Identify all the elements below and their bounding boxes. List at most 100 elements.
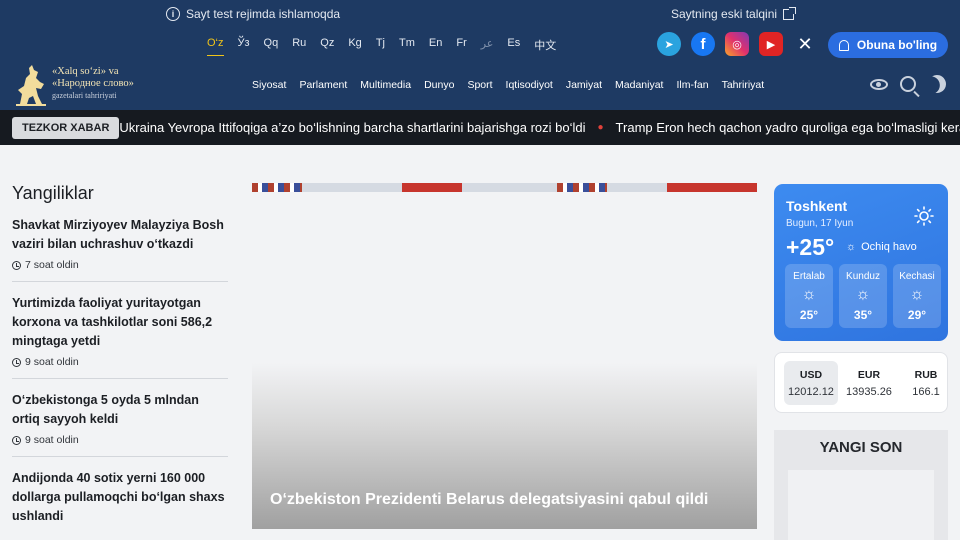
lang-ar[interactable]: عر [481, 37, 494, 56]
sun-icon: ☼ [909, 286, 925, 303]
social-links: ➤ f ◎ ▶ ✕ [657, 32, 817, 56]
nav-item-multimedia[interactable]: Multimedia [360, 79, 411, 91]
youtube-icon[interactable]: ▶ [759, 32, 783, 56]
lang-tj[interactable]: Tj [376, 37, 385, 56]
news-item-time: 9 soat oldin [25, 434, 79, 446]
rate-code: EUR [857, 368, 881, 381]
list-item[interactable]: Yurtimizda faoliyat yuritayotgan korxona… [12, 292, 228, 379]
list-item[interactable]: O‘zbekistonga 5 oyda 5 mlndan ortiq sayy… [12, 389, 228, 457]
subscribe-button[interactable]: Obuna bo'ling [828, 32, 948, 58]
lang-zh[interactable]: 中文 [534, 37, 556, 56]
new-issue-title: YANGI SON [819, 439, 903, 456]
featured-article[interactable]: O‘zbekiston Prezidenti Belarus delegatsi… [252, 183, 757, 529]
news-item-title[interactable]: Andijonda 40 sotix yerni 160 000 dollarg… [12, 469, 228, 526]
list-item[interactable]: Andijonda 40 sotix yerni 160 000 dollarg… [12, 467, 228, 536]
ticker-separator-icon: ● [597, 122, 604, 133]
lang-kg[interactable]: Kg [348, 37, 361, 56]
header-tools [870, 75, 946, 93]
nav-item-jamiyat[interactable]: Jamiyat [566, 79, 602, 91]
weather-period-temp: 29° [907, 308, 927, 322]
sun-icon: ☼ [855, 286, 871, 303]
weather-period: Kunduz ☼ 35° [839, 264, 887, 328]
list-item[interactable]: Shavkat Mirziyoyev Malayziya Bosh vaziri… [12, 214, 228, 282]
breaking-news-ticker: TEZKOR XABAR Ukraina Yevropa Ittifoqiga … [0, 110, 960, 145]
lang-qq[interactable]: Qq [264, 37, 279, 56]
lang-ru[interactable]: Ru [292, 37, 306, 56]
rate-code: RUB [914, 368, 938, 381]
news-item-meta: 7 soat oldin [12, 259, 228, 271]
nav-item-dunyo[interactable]: Dunyo [424, 79, 454, 91]
lang-fr[interactable]: Fr [456, 37, 466, 56]
weather-temperature: +25° [786, 234, 835, 260]
main-nav: Siyosat Parlament Multimedia Dunyo Sport… [252, 79, 764, 91]
nav-item-iqtisodiyot[interactable]: Iqtisodiyot [506, 79, 553, 91]
weather-periods: Ertalab ☼ 25° Kunduz ☼ 35° Kechasi ☼ 29° [785, 264, 941, 328]
nav-item-tahririyat[interactable]: Tahririyat [722, 79, 765, 91]
clock-icon [12, 435, 21, 445]
nav-item-sport[interactable]: Sport [467, 79, 492, 91]
featured-article-title[interactable]: O‘zbekiston Prezidenti Belarus delegatsi… [270, 491, 708, 509]
sun-icon: ☼ [801, 286, 817, 303]
language-switcher: O‘z Ўз Qq Ru Qz Kg Tj Tm En Fr عر Es 中文 [207, 37, 556, 56]
weather-description: ☼ Ochiq havo [846, 241, 917, 253]
subscribe-label: Obuna bo'ling [856, 38, 938, 52]
news-item-title[interactable]: Yurtimizda faoliyat yuritayotgan korxona… [12, 294, 228, 351]
ticker-item[interactable]: Ukraina Yevropa Ittifoqiga a’zo bo‘lishn… [119, 120, 585, 135]
rate-value: 12012.12 [788, 385, 834, 398]
weather-city: Toshkent [786, 198, 848, 214]
ticker-item[interactable]: Tramp Eron hech qachon yadro quroliga eg… [616, 120, 960, 135]
search-icon[interactable] [900, 76, 916, 92]
rate-eur[interactable]: EUR 13935.26 [842, 361, 896, 405]
dark-mode-moon-icon[interactable] [925, 72, 950, 97]
site-logo[interactable]: «Xalq so‘zi» va «Народное слово» gazetal… [14, 62, 134, 106]
lang-es[interactable]: Es [507, 37, 520, 56]
rate-value: 166.1 [912, 385, 940, 398]
new-issue-card[interactable]: YANGI SON [774, 430, 948, 540]
rate-rub[interactable]: RUB 166.1 [899, 361, 947, 405]
news-item-time: 7 soat oldin [25, 259, 79, 271]
news-item-meta: 9 soat oldin [12, 356, 228, 368]
news-item-title[interactable]: O‘zbekistonga 5 oyda 5 mlndan ortiq sayy… [12, 391, 228, 429]
nav-item-parlament[interactable]: Parlament [299, 79, 347, 91]
nav-item-ilm-fan[interactable]: Ilm-fan [676, 79, 708, 91]
weather-period-temp: 25° [799, 308, 819, 322]
weather-widget: Toshkent Bugun, 17 Iyun +25° ☼ Ochiq hav… [774, 184, 948, 341]
new-issue-preview[interactable] [788, 470, 934, 540]
clock-icon [12, 260, 21, 270]
test-mode-text: Sayt test rejimda ishlamoqda [186, 7, 341, 21]
old-version-text[interactable]: Saytning eski talqini [671, 7, 777, 21]
accessibility-eye-icon[interactable] [870, 78, 888, 90]
news-item-time: 9 soat oldin [25, 356, 79, 368]
weather-period: Ertalab ☼ 25° [785, 264, 833, 328]
weather-period: Kechasi ☼ 29° [893, 264, 941, 328]
news-item-meta: 9 soat oldin [12, 434, 228, 446]
sun-icon: ☼ [846, 241, 857, 253]
test-mode-note: i Sayt test rejimda ishlamoqda [166, 7, 340, 21]
logo-line-3: gazetalari tahririyati [52, 91, 117, 100]
lang-qz[interactable]: Qz [320, 37, 334, 56]
ticker-badge: TEZKOR XABAR [12, 116, 120, 139]
facebook-icon[interactable]: f [691, 32, 715, 56]
logo-line-2: «Народное слово» [52, 78, 134, 89]
featured-image-flags [252, 183, 757, 192]
bell-icon [838, 39, 849, 51]
old-version-link[interactable]: Saytning eski talqini [671, 6, 797, 21]
nav-item-siyosat[interactable]: Siyosat [252, 79, 286, 91]
rate-usd[interactable]: USD 12012.12 [784, 361, 838, 405]
x-icon[interactable]: ✕ [793, 32, 817, 56]
logo-line-1: «Xalq so‘zi» va [52, 66, 119, 77]
weather-period-label: Ertalab [793, 271, 825, 282]
nav-item-madaniyat[interactable]: Madaniyat [615, 79, 663, 91]
weather-period-label: Kunduz [846, 271, 880, 282]
rate-code: USD [799, 368, 823, 381]
lang-en[interactable]: En [429, 37, 442, 56]
instagram-icon[interactable]: ◎ [725, 32, 749, 56]
logo-text: «Xalq so‘zi» va «Народное слово» gazetal… [52, 66, 134, 102]
lang-uz-cyrillic[interactable]: Ўз [238, 37, 250, 56]
news-item-title[interactable]: Shavkat Mirziyoyev Malayziya Bosh vaziri… [12, 216, 228, 254]
lang-tm[interactable]: Tm [399, 37, 415, 56]
external-link-icon [783, 6, 797, 20]
telegram-icon[interactable]: ➤ [657, 32, 681, 56]
lang-uz-latin[interactable]: O‘z [207, 37, 224, 56]
weather-period-temp: 35° [853, 308, 873, 322]
